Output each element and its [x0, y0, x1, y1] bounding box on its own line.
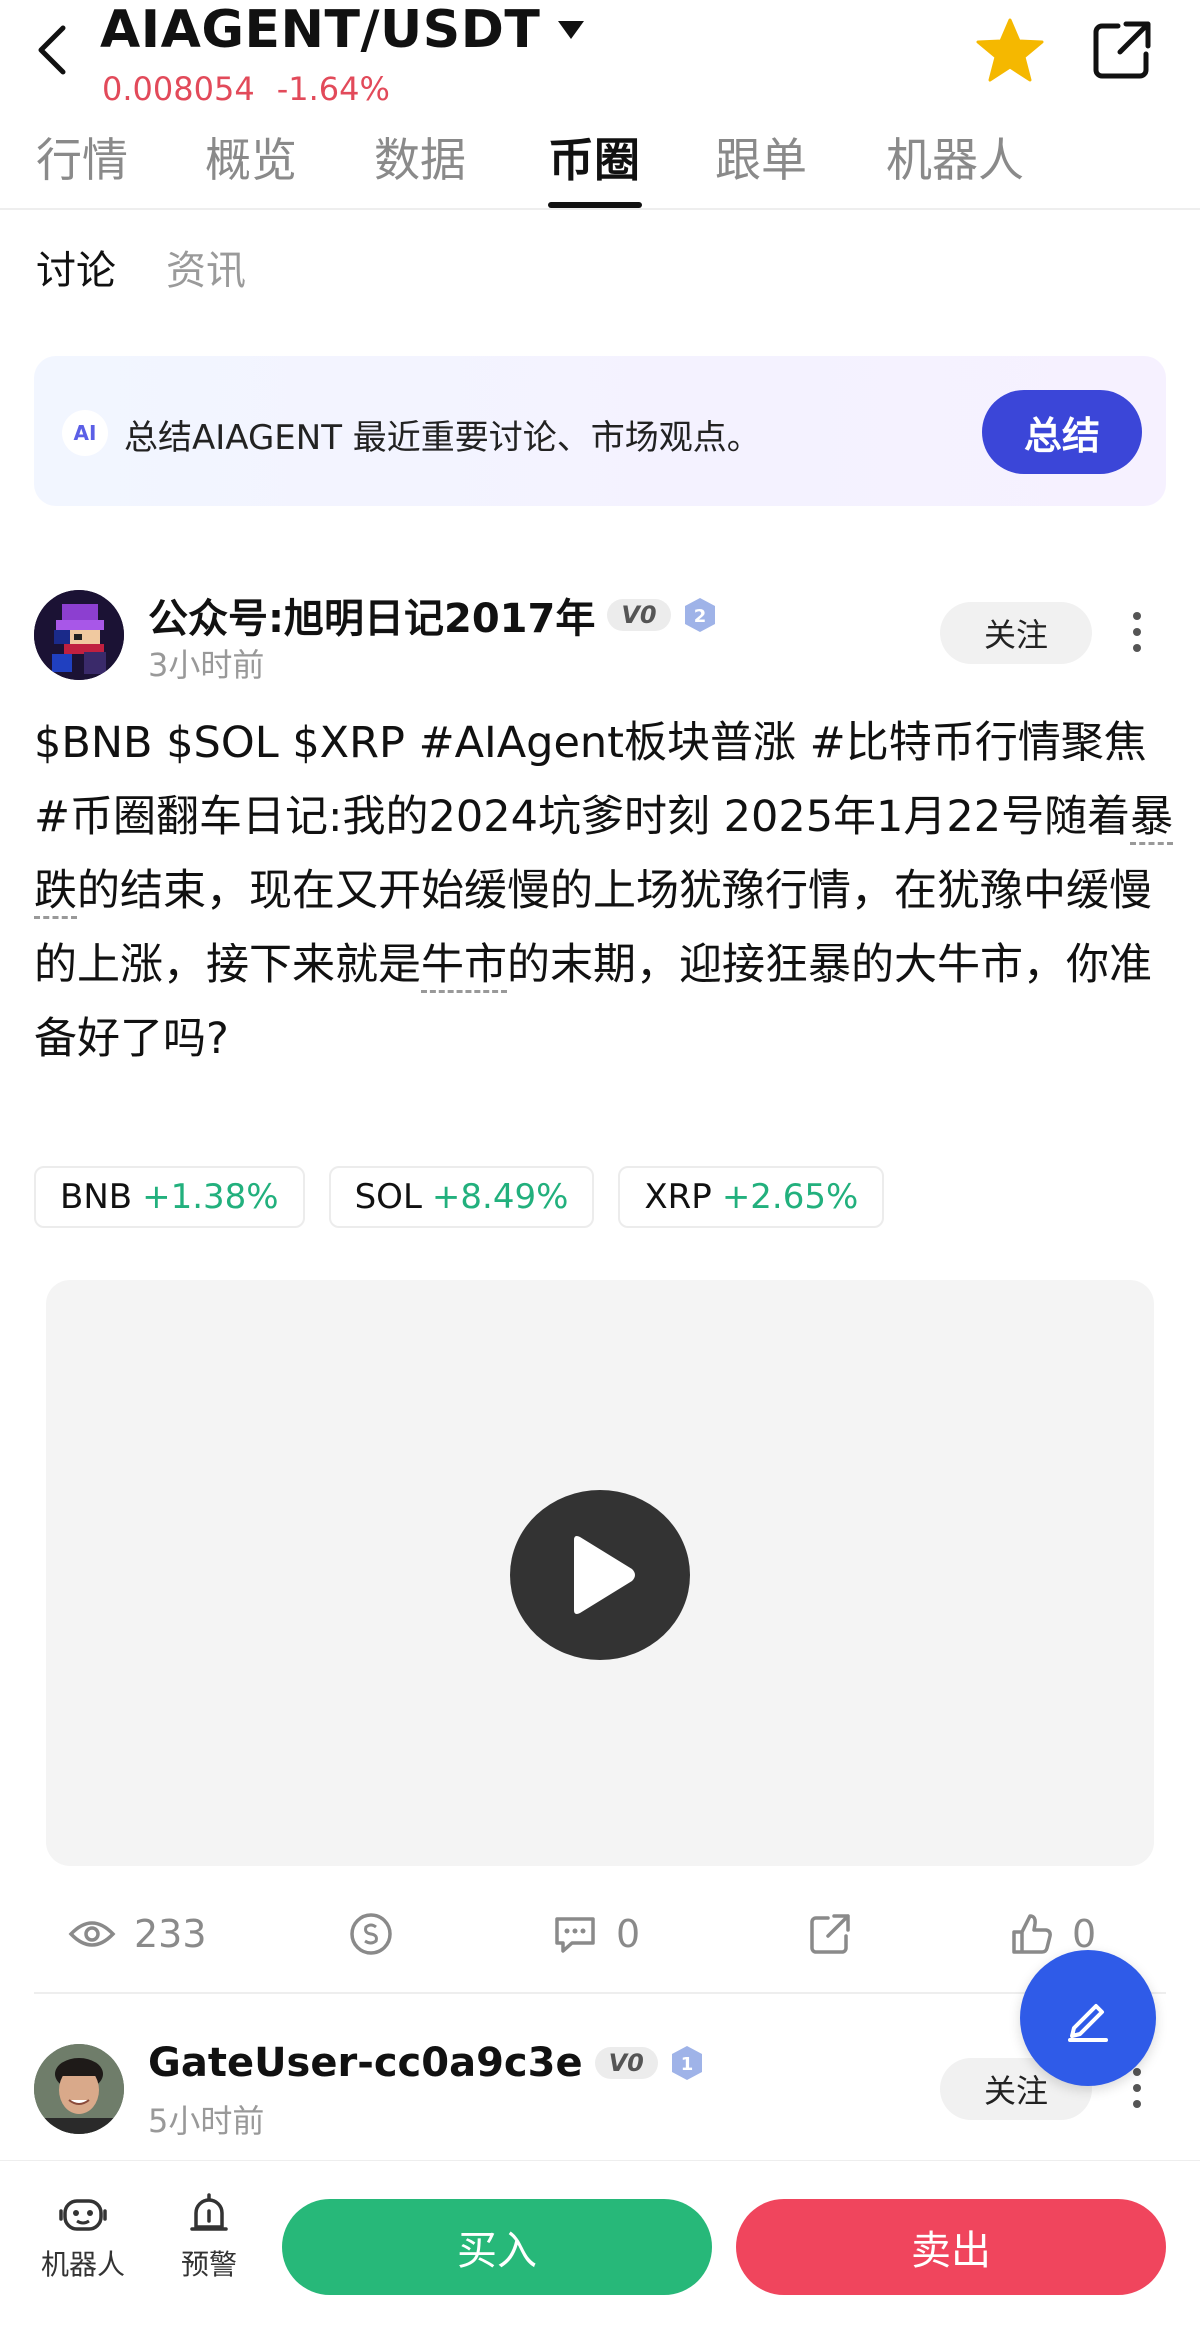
tab-bots[interactable]: 机器人 — [886, 124, 1024, 208]
post-time: 5小时前 — [148, 2102, 265, 2140]
alert-label: 预警 — [180, 2248, 237, 2281]
coin-tags: BNB +1.38% SOL +8.49% XRP +2.65% — [34, 1166, 885, 1228]
alarm-icon — [190, 2193, 228, 2231]
pair-selector[interactable]: AIAGENT/USDT — [100, 0, 585, 60]
tab-market[interactable]: 行情 — [36, 124, 128, 208]
coin-symbol: SOL — [354, 1177, 422, 1217]
main-tabs: 行情 概览 数据 币圈 跟单 机器人 — [0, 124, 1200, 210]
level-number: 2 — [693, 606, 706, 627]
edit-icon — [1068, 2004, 1108, 2042]
buy-button[interactable]: 买入 — [282, 2199, 712, 2295]
active-tab-indicator — [548, 202, 642, 208]
repost-icon — [810, 1914, 850, 1954]
post-content: $BNB $SOL $XRP #AIAgent板块普涨 #比特币行情聚焦 #币圈… — [34, 706, 1174, 1076]
price-row: 0.008054 -1.64% — [102, 70, 390, 108]
tip-button[interactable] — [348, 1898, 394, 1970]
level-number: 1 — [681, 2054, 694, 2075]
star-icon — [976, 18, 1044, 82]
post-divider — [34, 1992, 1166, 1994]
play-button[interactable] — [510, 1490, 690, 1660]
tab-copy-trade[interactable]: 跟单 — [715, 124, 807, 208]
coin-tag-sol[interactable]: SOL +8.49% — [328, 1166, 595, 1228]
thumbs-up-icon — [1012, 1914, 1052, 1954]
views-count: 233 — [134, 1912, 207, 1956]
comment-count: 0 — [616, 1912, 641, 1956]
coin-change: +8.49% — [431, 1177, 569, 1217]
more-icon[interactable] — [1122, 602, 1152, 662]
back-button[interactable] — [26, 20, 76, 80]
compose-button[interactable] — [1020, 1950, 1156, 2086]
avatar[interactable] — [34, 2044, 124, 2134]
last-price: 0.008054 — [102, 70, 255, 108]
post-author[interactable]: 公众号:旭明日记2017年 V0 2 — [148, 586, 717, 644]
sub-tabs: 讨论 资讯 — [36, 238, 246, 296]
coin-tag-xrp[interactable]: XRP +2.65% — [618, 1166, 885, 1228]
favorite-button[interactable] — [975, 18, 1045, 82]
level-badge-icon: 2 — [684, 598, 715, 632]
vip-badge: V0 — [607, 599, 671, 631]
author-name: GateUser-cc0a9c3e — [148, 2040, 583, 2086]
level-badge-icon: 1 — [671, 2046, 702, 2080]
post-text-1: $BNB $SOL $XRP #AIAgent板块普涨 #比特币行情聚焦 #币圈… — [34, 718, 1147, 842]
bottom-action-bar: 机器人 预警 买入 卖出 — [0, 2160, 1200, 2332]
avatar[interactable] — [34, 590, 124, 680]
author-name: 公众号:旭明日记2017年 — [148, 596, 596, 642]
views-stat: 233 — [68, 1898, 207, 1970]
caret-down-icon — [558, 21, 585, 39]
subtab-news[interactable]: 资讯 — [166, 238, 246, 296]
coin-symbol: BNB — [60, 1177, 133, 1217]
user-photo-icon — [34, 2044, 124, 2134]
tab-community[interactable]: 币圈 — [548, 124, 640, 208]
tip-coin-icon — [350, 1913, 392, 1955]
share-button[interactable] — [1090, 18, 1154, 82]
ai-summary-text: 总结AIAGENT 最近重要讨论、市场观点。 — [124, 418, 761, 458]
comment-button[interactable]: 0 — [552, 1898, 640, 1970]
alert-button[interactable]: 预警 — [154, 2191, 264, 2301]
comment-icon — [555, 1917, 595, 1953]
robot-button[interactable]: 机器人 — [28, 2191, 138, 2301]
post-author[interactable]: GateUser-cc0a9c3e V0 1 — [148, 2040, 704, 2086]
coin-change: +1.38% — [142, 1177, 279, 1217]
subtab-discussion[interactable]: 讨论 — [36, 238, 116, 296]
follow-button[interactable]: 关注 — [940, 602, 1092, 664]
summarize-button[interactable]: 总结 — [982, 390, 1142, 474]
video-player[interactable] — [46, 1280, 1154, 1866]
back-arrow-icon — [38, 25, 66, 75]
play-icon — [574, 1536, 635, 1614]
header: AIAGENT/USDT 0.008054 -1.64% 行情 概览 数据 币圈… — [0, 0, 1200, 210]
keyword-link-bull-market[interactable]: 牛市 — [421, 940, 507, 993]
sell-button[interactable]: 卖出 — [736, 2199, 1166, 2295]
coin-tag-bnb[interactable]: BNB +1.38% — [34, 1166, 305, 1228]
robot-label: 机器人 — [40, 2248, 125, 2281]
tab-overview[interactable]: 概览 — [205, 124, 297, 208]
price-change: -1.64% — [276, 70, 390, 108]
post-time: 3小时前 — [148, 646, 265, 684]
eye-icon — [68, 1921, 116, 1947]
coin-symbol: XRP — [644, 1177, 712, 1217]
ai-icon: AI — [62, 410, 108, 456]
post-stats: 233 0 0 — [0, 1898, 1200, 1970]
repost-button[interactable] — [808, 1898, 852, 1970]
ai-summary-card: AI 总结AIAGENT 最近重要讨论、市场观点。 总结 — [34, 356, 1166, 506]
coin-change: +2.65% — [721, 1177, 859, 1217]
pixel-avatar-icon — [34, 590, 124, 680]
robot-icon — [59, 2199, 107, 2231]
vip-badge: V0 — [594, 2047, 658, 2079]
share-icon — [1093, 21, 1151, 79]
tab-data[interactable]: 数据 — [374, 124, 466, 208]
pair-title: AIAGENT/USDT — [100, 0, 541, 60]
